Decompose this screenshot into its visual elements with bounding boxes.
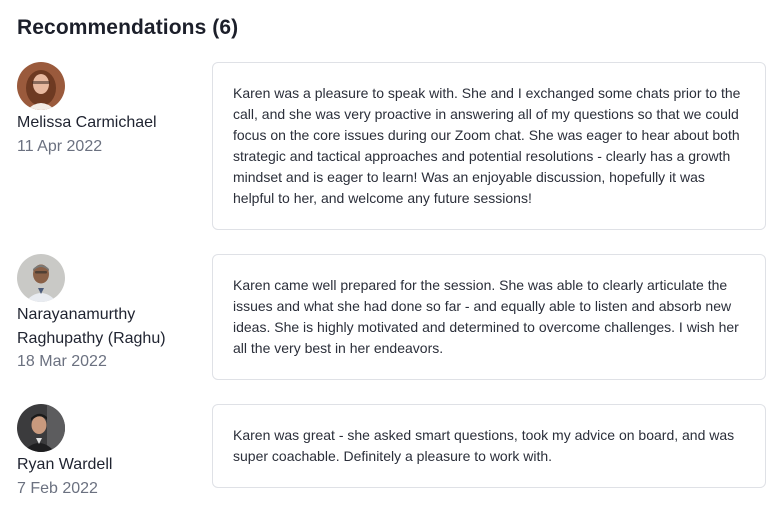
recommendation-date: 11 Apr 2022 [17,138,103,155]
author-name[interactable]: Melissa Carmichael [17,111,202,135]
recommendation-card: Karen came well prepared for the session… [212,254,766,380]
recommendation-card: Karen was a pleasure to speak with. She … [212,62,766,230]
section-title: Recommendations (6) [17,16,239,39]
author-name[interactable]: Narayanamurthy Raghupathy (Raghu) [17,303,202,351]
recommendation-date: 7 Feb 2022 [17,480,98,497]
recommendation-text: Karen was great - she asked smart questi… [233,427,735,464]
avatar[interactable] [17,254,65,302]
avatar-photo [17,62,65,110]
avatar-photo [17,404,65,452]
avatar-photo [17,254,65,302]
recommendation-date: 18 Mar 2022 [17,353,107,370]
avatar[interactable] [17,404,65,452]
recommendation-text: Karen was a pleasure to speak with. She … [233,85,741,206]
avatar[interactable] [17,62,65,110]
recommendation-text: Karen came well prepared for the session… [233,277,739,356]
recommendation-card: Karen was great - she asked smart questi… [212,404,766,488]
author-name[interactable]: Ryan Wardell [17,453,202,477]
